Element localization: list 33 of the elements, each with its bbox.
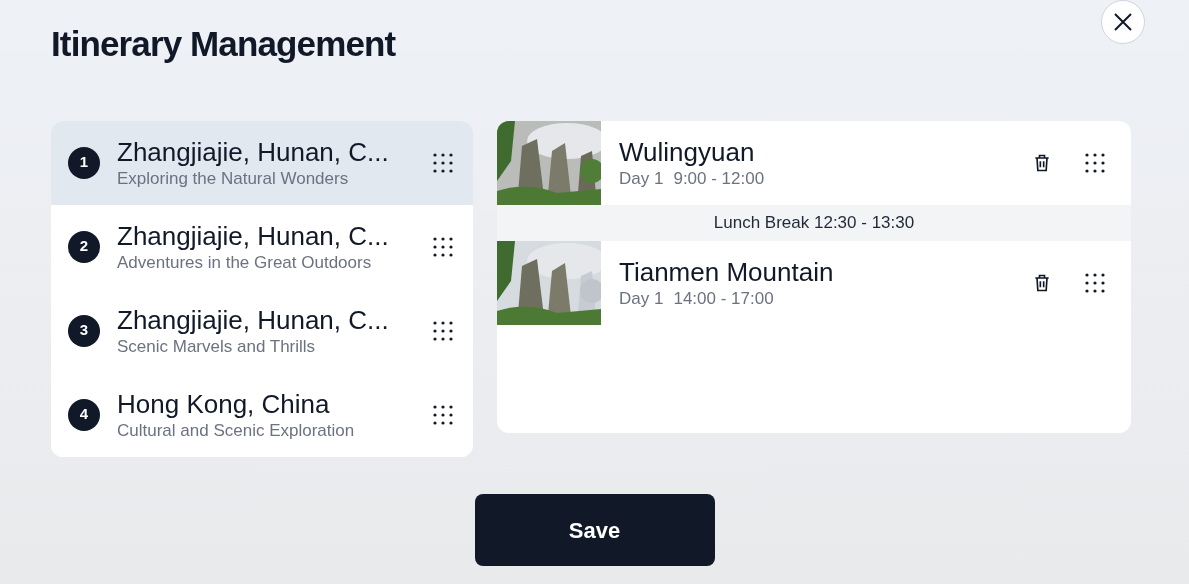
drag-handle-icon[interactable] (433, 320, 453, 341)
destination-name: Zhangjiajie, Hunan, C... (117, 135, 390, 168)
drag-handle-icon[interactable] (1085, 272, 1105, 293)
day-label: Day 1 (619, 167, 664, 190)
step-number: 2 (68, 230, 100, 263)
destination-subtitle: Adventures in the Great Outdoors (117, 251, 373, 274)
drag-handle-icon[interactable] (433, 404, 453, 425)
step-number: 1 (68, 146, 100, 179)
destination-subtitle: Cultural and Scenic Exploration (117, 419, 356, 442)
trash-icon[interactable] (1032, 152, 1052, 173)
drag-handle-icon[interactable] (433, 152, 453, 173)
schedule-item[interactable]: Wulingyuan Day 1 9:00 - 12:00 (497, 120, 1131, 205)
schedule-item[interactable]: Tianmen Mountain Day 1 14:00 - 17:00 (497, 240, 1131, 325)
attraction-name: Tianmen Mountain (619, 255, 835, 288)
destination-subtitle: Scenic Marvels and Thrills (117, 335, 317, 358)
drag-handle-icon[interactable] (1085, 152, 1105, 173)
destination-item[interactable]: 1 Zhangjiajie, Hunan, C... Exploring the Natural Wonders (51, 120, 473, 205)
destination-name: Zhangjiajie, Hunan, C... (117, 219, 390, 252)
step-number: 4 (68, 398, 100, 431)
attraction-name: Wulingyuan (619, 135, 756, 168)
drag-handle-icon[interactable] (433, 236, 453, 257)
trash-icon[interactable] (1032, 272, 1052, 293)
time-range: 9:00 - 12:00 (673, 167, 765, 190)
day-label: Day 1 (619, 287, 664, 310)
destination-name: Hong Kong, China (117, 387, 331, 420)
time-range: 14:00 - 17:00 (673, 287, 774, 310)
save-button[interactable]: Save (474, 494, 715, 566)
break-text: Lunch Break 12:30 - 13:30 (713, 211, 915, 234)
destination-name: Zhangjiajie, Hunan, C... (117, 303, 390, 336)
destination-subtitle: Exploring the Natural Wonders (117, 167, 350, 190)
close-icon (1112, 11, 1134, 33)
dialog-title: Itinerary Management (51, 23, 396, 65)
step-number: 3 (68, 314, 100, 347)
